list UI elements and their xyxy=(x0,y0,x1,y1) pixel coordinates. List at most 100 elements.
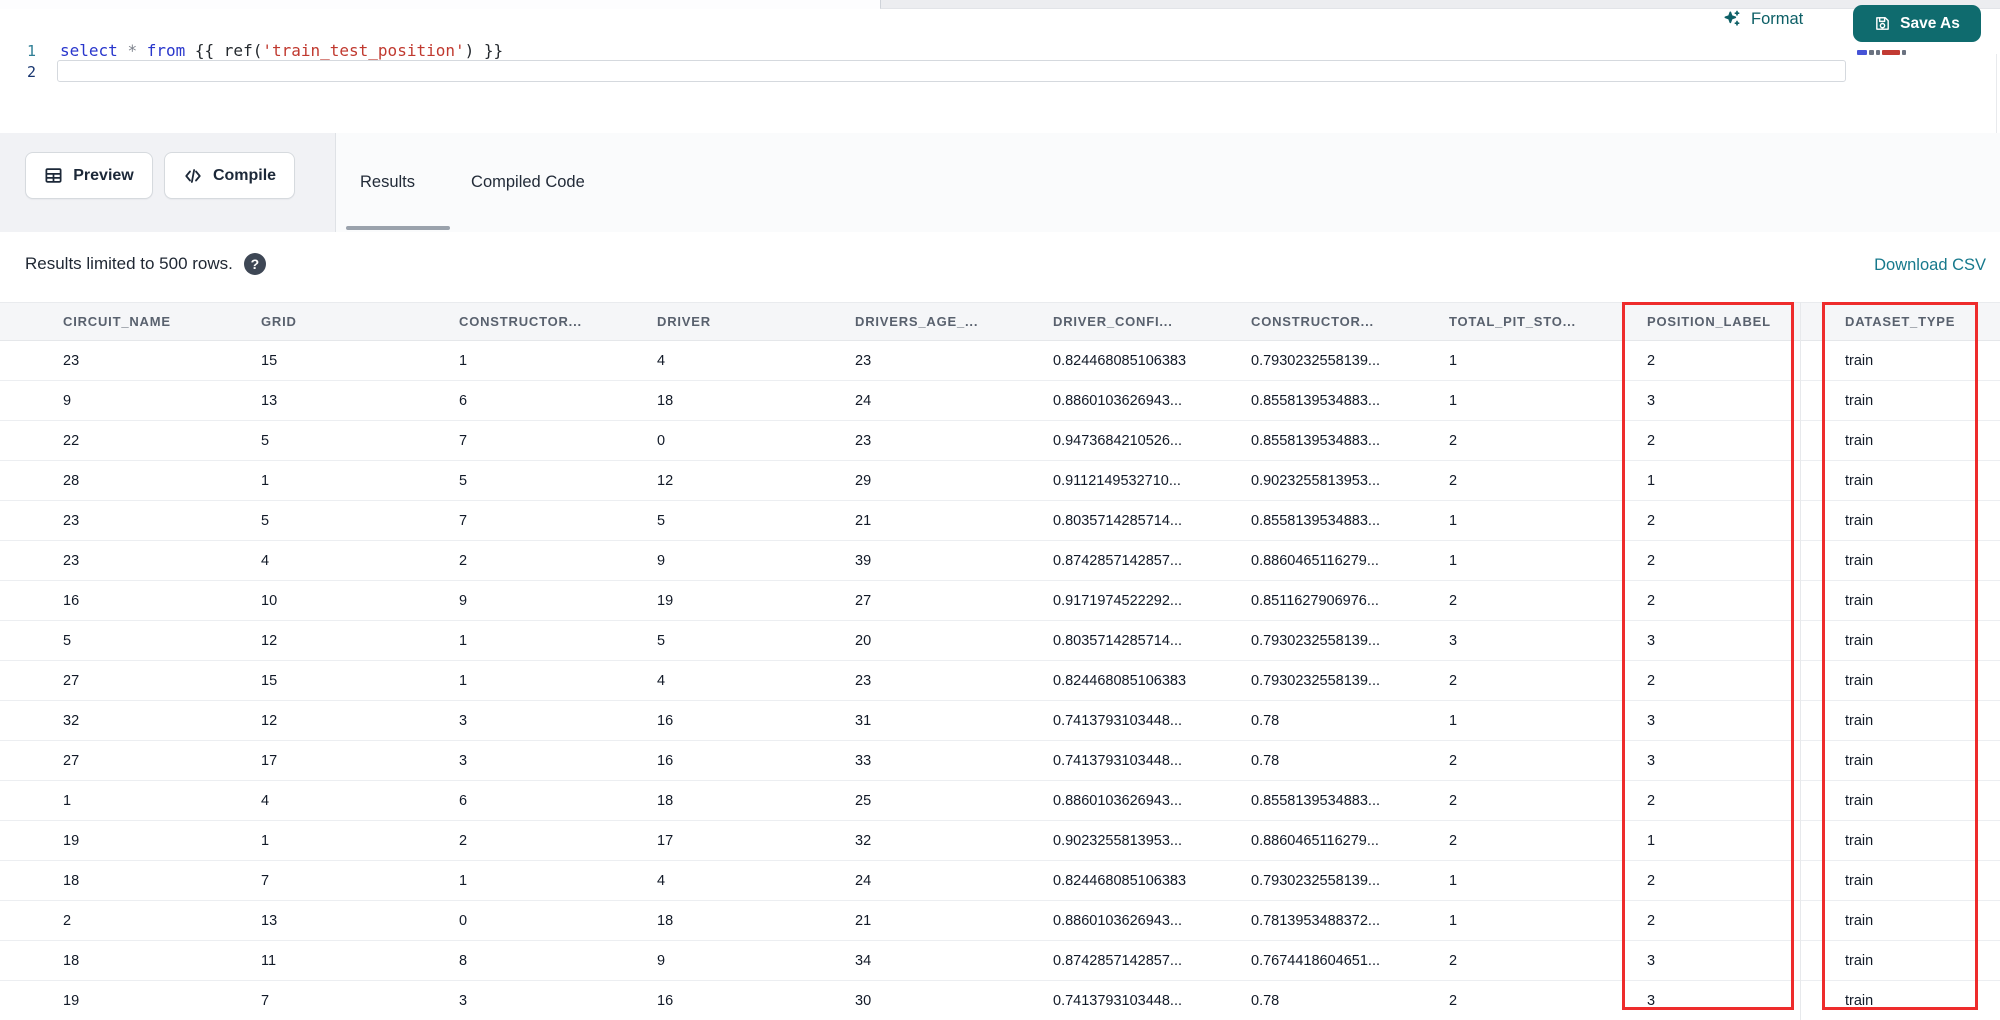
preview-label: Preview xyxy=(73,166,134,184)
table-cell: 0.9023255813953... xyxy=(1038,820,1236,861)
table-cell: 1 xyxy=(1434,340,1632,381)
table-cell: 0.8035714285714... xyxy=(1038,500,1236,541)
column-header: DATASET_TYPE xyxy=(1830,302,2000,341)
code-token: from xyxy=(146,41,186,60)
save-icon xyxy=(1874,15,1891,32)
table-cell: 0.7674418604651... xyxy=(1236,940,1434,981)
table-cell: train xyxy=(1830,340,2000,381)
table-cell: 1 xyxy=(1434,900,1632,941)
save-as-button[interactable]: Save As xyxy=(1853,5,1981,42)
table-cell: train xyxy=(1830,940,2000,981)
table-cell: 2 xyxy=(0,900,246,941)
format-button[interactable]: Format xyxy=(1722,9,1803,29)
table-cell: 23 xyxy=(840,660,1038,701)
table-cell: 3 xyxy=(444,980,642,1020)
table-cell: train xyxy=(1830,380,2000,421)
table-cell: 0.7930232558139... xyxy=(1236,860,1434,901)
table-cell: 1 xyxy=(444,340,642,381)
table-cell: 33 xyxy=(840,740,1038,781)
table-cell: 8 xyxy=(444,940,642,981)
file-tab-strip xyxy=(0,0,2000,9)
table-cell: 0.8860103626943... xyxy=(1038,780,1236,821)
table-cell: 25 xyxy=(840,780,1038,821)
tab-results[interactable]: Results xyxy=(360,173,415,192)
table-cell: 0.9473684210526... xyxy=(1038,420,1236,461)
table-cell: 10 xyxy=(246,580,444,621)
table-cell: 0.8558139534883... xyxy=(1236,780,1434,821)
line-number-2: 2 xyxy=(26,63,36,81)
table-cell: 3 xyxy=(444,700,642,741)
table-row: 32 12 3 16 31 0.7413793103448... 0.78 1 3 train xyxy=(0,700,2000,741)
table-cell: 1 xyxy=(1434,700,1632,741)
table-row: 27 17 3 16 33 0.7413793103448... 0.78 2 3 train xyxy=(0,740,2000,781)
tab-compiled-code[interactable]: Compiled Code xyxy=(471,173,585,192)
table-cell: 18 xyxy=(642,380,840,421)
table-cell: 1 xyxy=(1434,380,1632,421)
download-csv-link[interactable]: Download CSV xyxy=(1874,256,1986,275)
table-row: 18 7 1 4 24 0.824468085106383 0.7930232558139.… xyxy=(0,860,2000,901)
table-grid-icon xyxy=(44,166,63,185)
results-table-container: CIRCUIT_NAME GRID CONSTRUCTOR... DRIVER DRIV… xyxy=(0,302,2000,1020)
table-cell: 0.8860103626943... xyxy=(1038,380,1236,421)
compile-button[interactable]: Compile xyxy=(164,152,295,199)
table-cell: 7 xyxy=(444,500,642,541)
save-as-label: Save As xyxy=(1900,14,1960,32)
table-cell: 22 xyxy=(0,420,246,461)
table-cell: 3 xyxy=(1434,620,1632,661)
table-cell: 1 xyxy=(1434,540,1632,581)
code-token: ) xyxy=(464,41,475,60)
table-cell: 0.7413793103448... xyxy=(1038,740,1236,781)
table-cell: 0.9171974522292... xyxy=(1038,580,1236,621)
column-header: DRIVERS_AGE_... xyxy=(840,302,1038,341)
table-body: 23 15 1 4 23 0.824468085106383 0.7930232558139… xyxy=(0,340,2000,1020)
table-cell: 0.7813953488372... xyxy=(1236,900,1434,941)
table-cell: 11 xyxy=(246,940,444,981)
sql-editor[interactable]: 1 2 select * from {{ ref('train_test_pos… xyxy=(0,9,2000,139)
table-cell: 0.824468085106383 xyxy=(1038,860,1236,901)
table-cell: 0.78 xyxy=(1236,700,1434,741)
column-header: CONSTRUCTOR... xyxy=(444,302,642,341)
preview-button[interactable]: Preview xyxy=(25,152,153,199)
table-cell: train xyxy=(1830,460,2000,501)
table-cell: 5 xyxy=(246,420,444,461)
code-token: 'train_test_position' xyxy=(262,41,465,60)
table-cell: 39 xyxy=(840,540,1038,581)
code-token: }} xyxy=(483,41,504,60)
table-row: 5 12 1 5 20 0.8035714285714... 0.7930232558139… xyxy=(0,620,2000,661)
code-line-1[interactable]: select * from {{ ref('train_test_positio… xyxy=(60,41,503,60)
table-cell: 9 xyxy=(642,540,840,581)
table-cell: 5 xyxy=(642,500,840,541)
results-table: CIRCUIT_NAME GRID CONSTRUCTOR... DRIVER DRIV… xyxy=(0,302,2000,1020)
table-cell: 0.8558139534883... xyxy=(1236,500,1434,541)
table-cell: 18 xyxy=(642,900,840,941)
column-header: CIRCUIT_NAME xyxy=(0,302,246,341)
line-number-1: 1 xyxy=(26,42,36,60)
table-cell: 23 xyxy=(840,340,1038,381)
table-cell: 13 xyxy=(246,900,444,941)
table-cell: 1 xyxy=(1434,860,1632,901)
table-cell: 24 xyxy=(840,860,1038,901)
table-cell: 5 xyxy=(0,620,246,661)
table-cell: 0.7413793103448... xyxy=(1038,980,1236,1020)
table-cell: train xyxy=(1830,980,2000,1020)
table-cell: 1 xyxy=(0,780,246,821)
table-cell: 20 xyxy=(840,620,1038,661)
table-cell: 0.8860465116279... xyxy=(1236,820,1434,861)
table-cell: 2 xyxy=(1434,940,1632,981)
table-cell: 16 xyxy=(642,740,840,781)
table-cell: 1 xyxy=(444,660,642,701)
help-icon[interactable]: ? xyxy=(243,253,266,275)
table-cell: 0.8860465116279... xyxy=(1236,540,1434,581)
table-cell: 4 xyxy=(246,780,444,821)
table-cell: 27 xyxy=(0,660,246,701)
active-line-highlight[interactable] xyxy=(57,60,1846,82)
editor-scrollbar-track[interactable] xyxy=(1996,54,1997,139)
table-cell: train xyxy=(1830,540,2000,581)
table-cell: 27 xyxy=(840,580,1038,621)
table-row: 28 1 5 12 29 0.9112149532710... 0.902325581395… xyxy=(0,460,2000,501)
table-row: 19 7 3 16 30 0.7413793103448... 0.78 2 3 train xyxy=(0,980,2000,1020)
sparkles-icon xyxy=(1722,9,1742,29)
active-file-tab-edge[interactable] xyxy=(0,0,880,9)
editor-minimap[interactable] xyxy=(1857,50,1906,55)
table-cell: 2 xyxy=(1434,580,1632,621)
